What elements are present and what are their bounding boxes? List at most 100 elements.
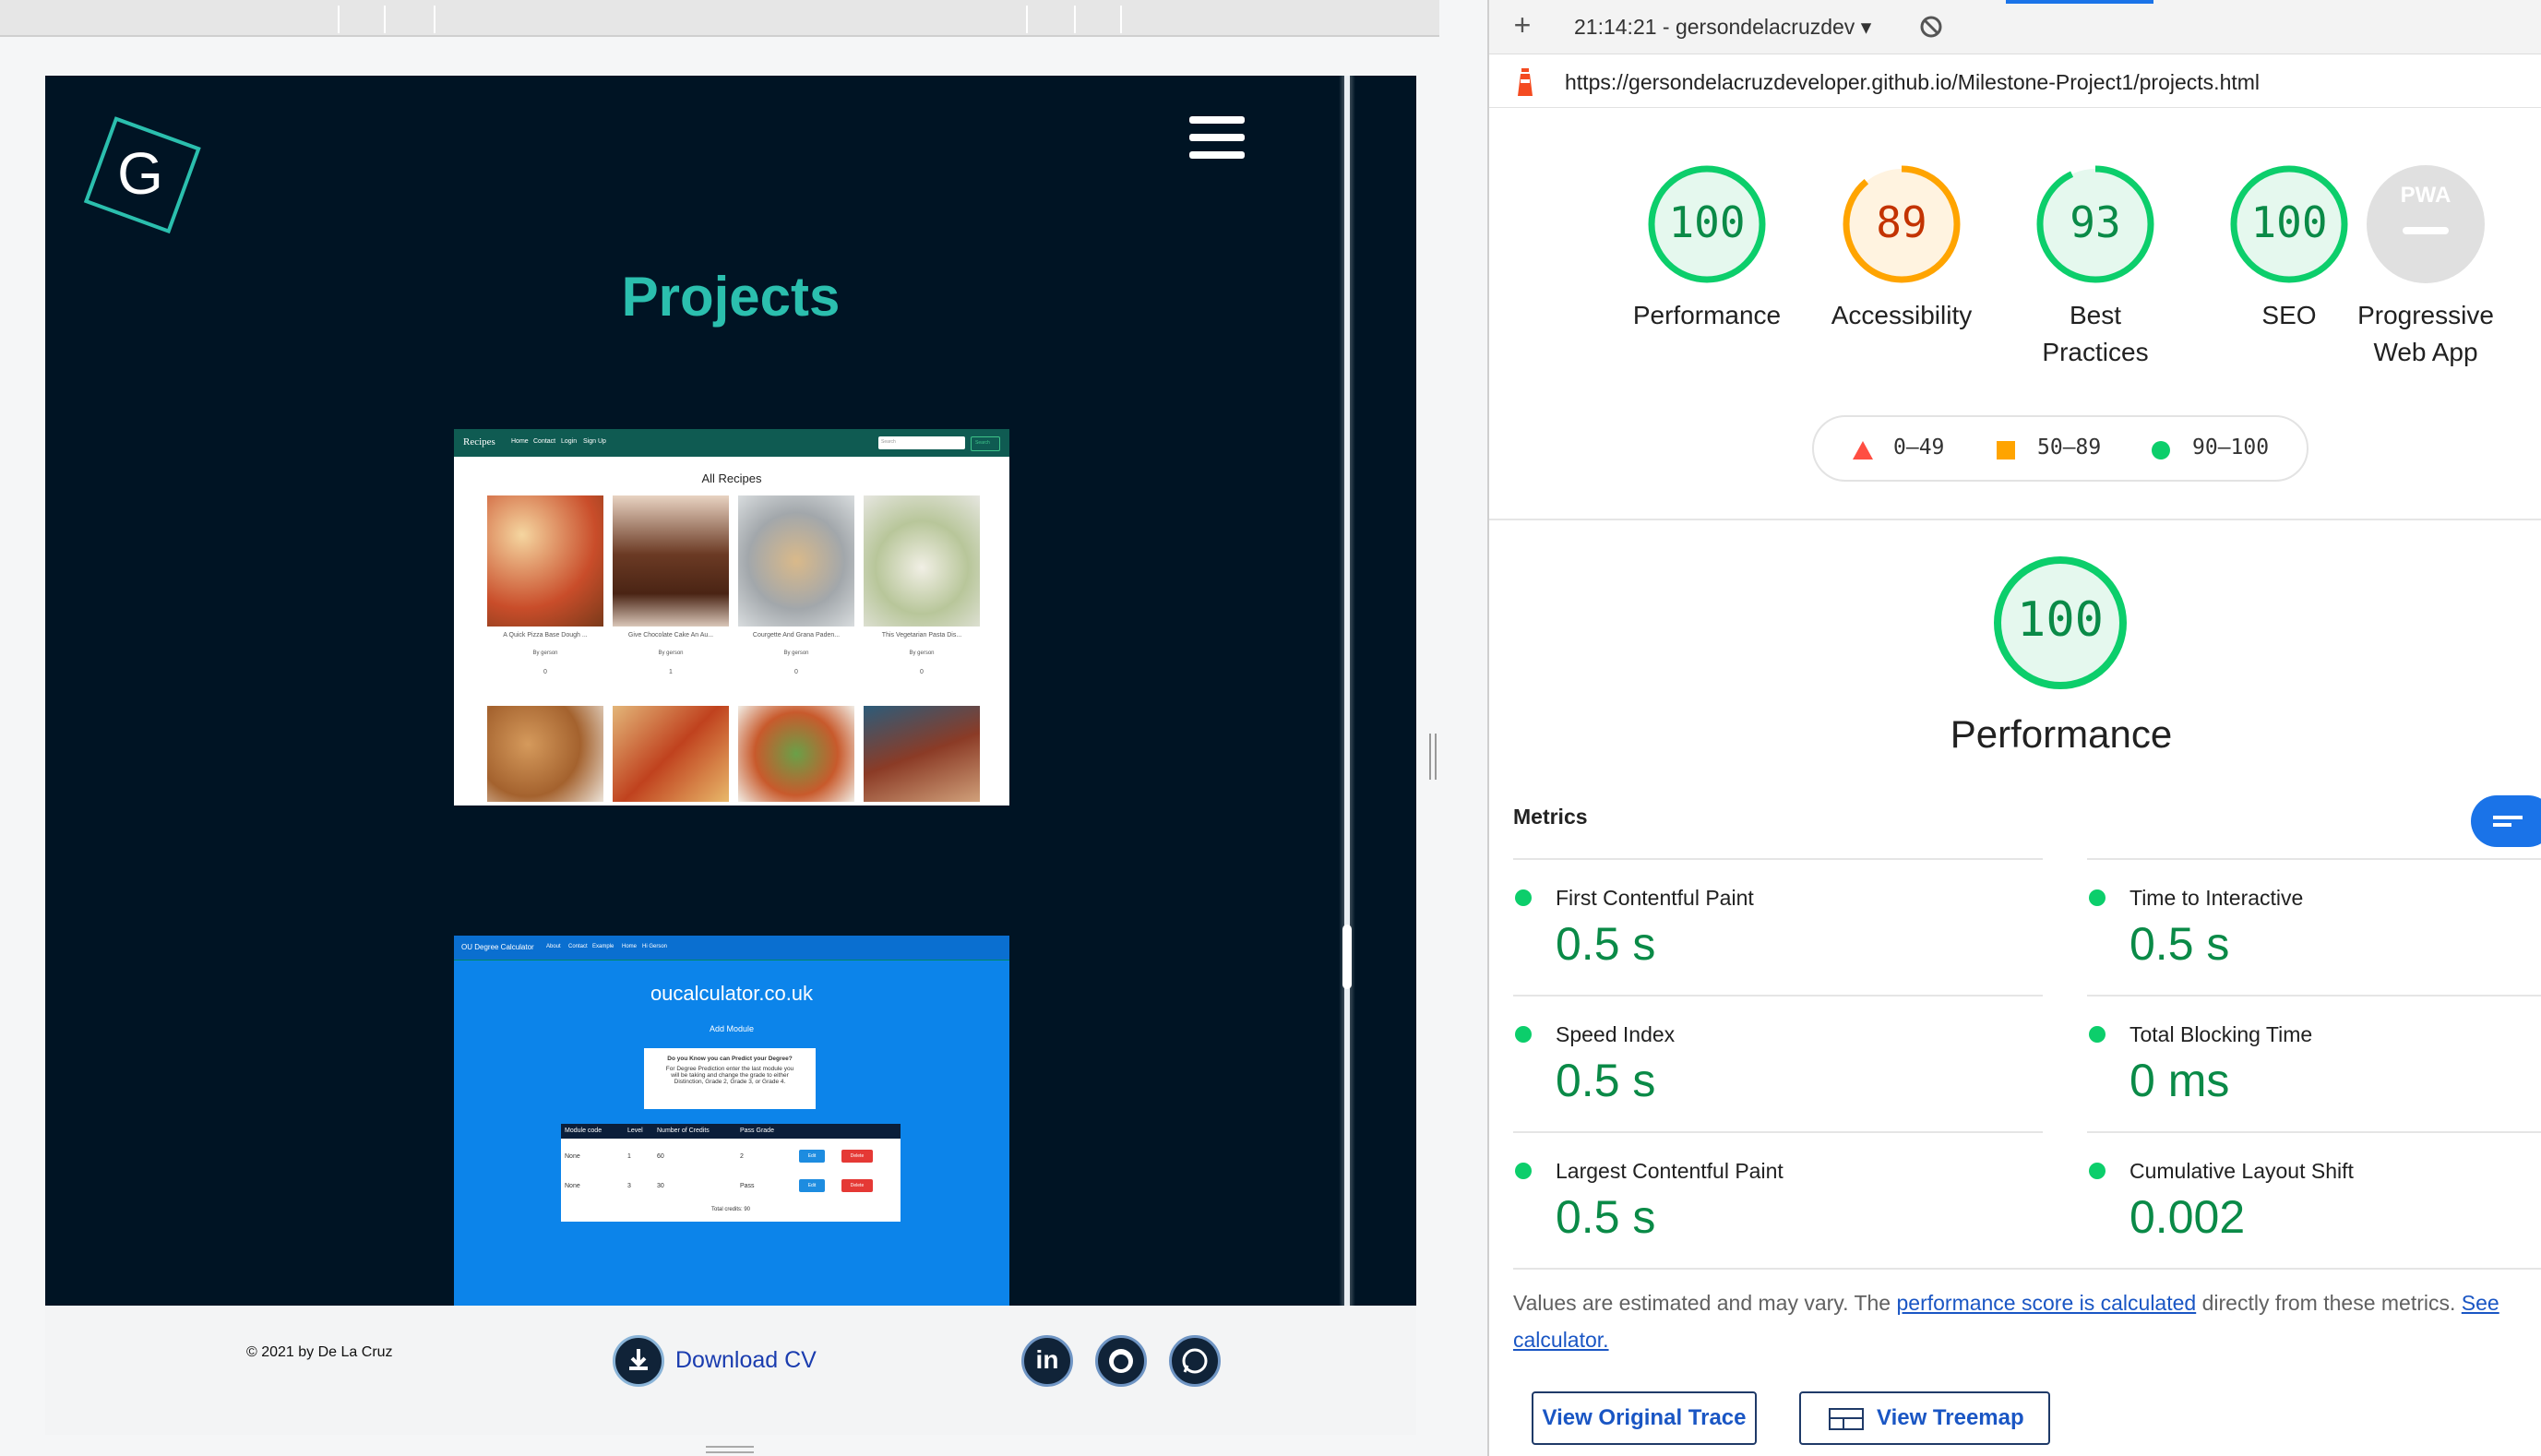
recipes-search-button: Search — [971, 436, 1000, 451]
logo-icon[interactable]: G — [71, 103, 209, 242]
recipes-nav-contact: Contact — [533, 438, 556, 445]
gauge-label: SEO — [2261, 301, 2317, 329]
recipes-brand: Recipes — [463, 436, 495, 448]
device-ruler — [0, 0, 1439, 37]
gauge-label: Accessibility — [1831, 301, 1973, 329]
copyright-text: © 2021 by De La Cruz — [246, 1344, 393, 1360]
website-viewport: G Projects Recipes Home Contact Login Si… — [45, 76, 1416, 1306]
legend-pass: 90–100 — [2192, 436, 2270, 459]
metrics-toggle-button[interactable] — [2471, 795, 2541, 847]
recipes-search-input: Search — [878, 436, 965, 449]
metrics-title: Metrics — [1513, 805, 1588, 829]
active-tab-indicator — [2006, 0, 2153, 4]
recipe-photo — [613, 706, 729, 802]
metric-value: 0 ms — [2129, 1055, 2230, 1106]
legend-fail: 0–49 — [1893, 436, 1945, 459]
add-report-button[interactable]: + — [1506, 9, 1539, 42]
modules-table-header: Module code Level Number of Credits Pass… — [561, 1124, 901, 1139]
device-emulation-pane: G Projects Recipes Home Contact Login Si… — [0, 0, 1487, 1456]
metric-pass-icon — [2089, 1163, 2106, 1179]
score-value: 89 — [1876, 197, 1927, 247]
fail-triangle-icon — [1853, 441, 1873, 459]
average-square-icon — [1997, 441, 2015, 459]
recipe-photo — [613, 495, 729, 627]
score-value: 100 — [2250, 197, 2328, 247]
recipe-card: This Vegetarian Pasta Dis... By gerson 0 — [864, 495, 980, 695]
metric-name: Time to Interactive — [2129, 886, 2304, 910]
project-recipes-screenshot[interactable]: Recipes Home Contact Login Sign Up Searc… — [454, 429, 1009, 806]
recipes-nav-login: Login — [561, 438, 578, 445]
metric-value: 0.5 s — [1556, 1191, 1656, 1243]
pwa-dash-icon — [2403, 227, 2449, 234]
download-icon[interactable] — [613, 1335, 664, 1387]
recipe-card: Give Chocolate Cake An Au... By gerson 1 — [613, 495, 729, 695]
metric-name: Total Blocking Time — [2129, 1022, 2313, 1046]
score-gauge[interactable]: 100 — [2227, 162, 2351, 286]
score-legend: 0–49 50–89 90–100 — [1812, 415, 2308, 482]
whatsapp-icon[interactable] — [1169, 1335, 1221, 1387]
gauge-label: Performance — [1632, 301, 1782, 329]
view-original-trace-button[interactable]: View Original Trace — [1532, 1391, 1757, 1445]
site-footer: © 2021 by De La Cruz Download CV in — [45, 1306, 1416, 1435]
metric-pass-icon — [2089, 1026, 2106, 1043]
calculator-title: oucalculator.co.uk — [650, 982, 814, 1005]
recipe-photo — [738, 706, 854, 802]
hamburger-menu-icon[interactable] — [1189, 116, 1245, 164]
viewport-scrollbar[interactable] — [1344, 76, 1350, 1306]
recipe-photo — [864, 495, 980, 627]
modules-table: Module code Level Number of Credits Pass… — [561, 1124, 901, 1222]
metric-value: 0.002 — [2129, 1191, 2246, 1243]
score-value: 100 — [1668, 197, 1746, 247]
expand-view-icon — [2493, 816, 2523, 827]
lighthouse-panel: + 21:14:21 - gersondelacruzdev ▾ https:/… — [1487, 0, 2541, 1456]
calculator-info-box: Do you Know you can Predict your Degree?… — [644, 1048, 816, 1109]
recipe-photo — [864, 706, 980, 802]
page-title: Projects — [621, 266, 841, 328]
metric-divider — [1513, 858, 2043, 860]
download-cv-link[interactable]: Download CV — [675, 1347, 817, 1374]
score-gauge[interactable]: 93 — [2034, 162, 2157, 286]
metric-divider — [1513, 1131, 2043, 1133]
bottom-resize-handle-icon[interactable] — [706, 1445, 754, 1454]
metric-divider — [2087, 995, 2541, 997]
metric-name: Speed Index — [1556, 1022, 1676, 1046]
recipe-photo — [487, 495, 603, 627]
metric-name: First Contentful Paint — [1556, 886, 1754, 910]
metric-divider — [1513, 995, 2043, 997]
linkedin-icon[interactable]: in — [1021, 1335, 1073, 1387]
metric-name: Largest Contentful Paint — [1556, 1159, 1783, 1183]
add-module-button: Add Module — [709, 1024, 755, 1033]
pass-circle-icon — [2152, 441, 2170, 459]
score-calculation-link[interactable]: performance score is calculated — [1896, 1291, 2196, 1315]
metric-pass-icon — [1515, 1026, 1532, 1043]
report-selector[interactable]: 21:14:21 - gersondelacruzdev ▾ — [1574, 15, 1871, 40]
recipe-photo — [738, 495, 854, 627]
clear-reports-icon[interactable] — [1919, 15, 1943, 39]
lighthouse-icon — [1518, 68, 1533, 96]
svg-text:G: G — [117, 140, 163, 207]
recipes-heading: All Recipes — [701, 471, 762, 485]
score-gauge[interactable]: 89 — [1840, 162, 1963, 286]
report-url[interactable]: https://gersondelacruzdeveloper.github.i… — [1565, 70, 2260, 95]
recipe-photo — [487, 706, 603, 802]
recipes-navbar: Recipes Home Contact Login Sign Up Searc… — [454, 429, 1009, 457]
devtools-toolbar: + 21:14:21 - gersondelacruzdev ▾ — [1489, 0, 2541, 54]
score-gauge[interactable]: 100 — [1645, 162, 1769, 286]
project-calculator-screenshot[interactable]: OU Degree Calculator About Contact Examp… — [454, 936, 1009, 1306]
recipe-card: Courgette And Grana Paden... By gerson 0 — [738, 495, 854, 695]
legend-average: 50–89 — [2037, 436, 2102, 459]
metric-pass-icon — [1515, 1163, 1532, 1179]
metric-name: Cumulative Layout Shift — [2129, 1159, 2354, 1183]
resize-handle-icon[interactable] — [1428, 734, 1438, 780]
score-value: 93 — [2070, 197, 2121, 247]
pwa-gauge[interactable]: PWA — [2364, 162, 2487, 286]
github-icon[interactable] — [1095, 1335, 1147, 1387]
metric-pass-icon — [1515, 889, 1532, 906]
metric-value: 0.5 s — [1556, 918, 1656, 970]
recipes-nav-home: Home — [511, 438, 529, 445]
viewport-scroll-thumb[interactable] — [1342, 925, 1352, 989]
view-treemap-button[interactable]: View Treemap — [1799, 1391, 2050, 1445]
metric-value: 0.5 s — [2129, 918, 2230, 970]
treemap-icon — [1829, 1408, 1864, 1430]
metric-divider — [2087, 1131, 2541, 1133]
